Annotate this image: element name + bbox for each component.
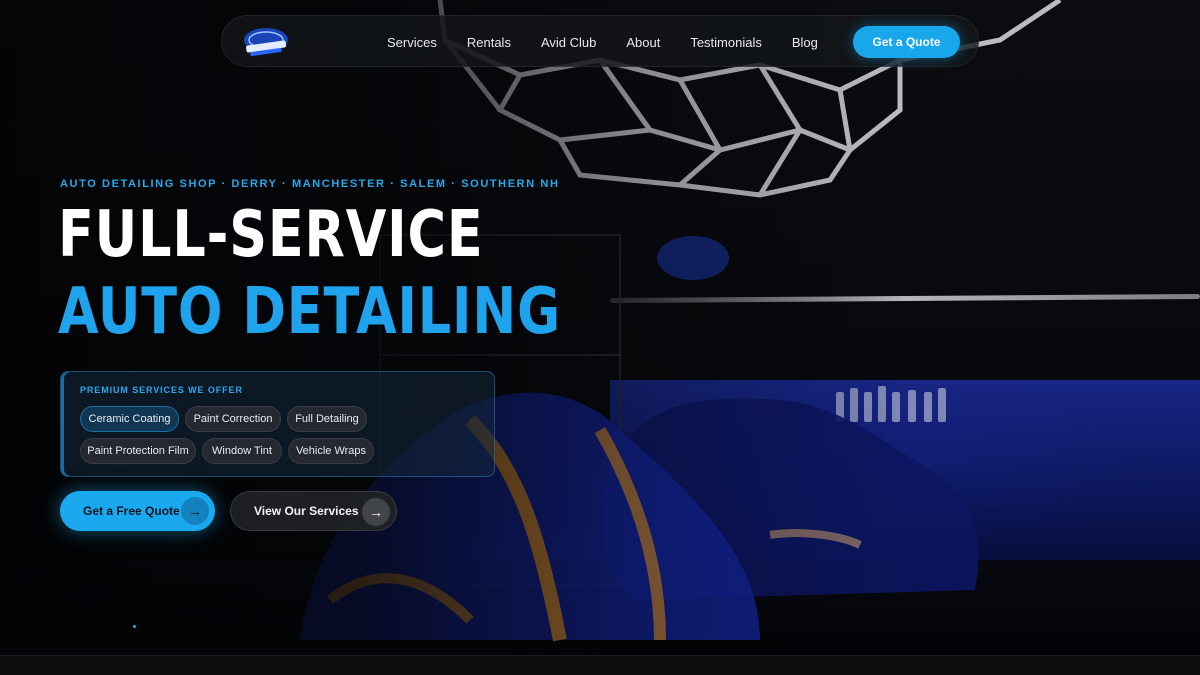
service-chip-vehicle-wraps[interactable]: Vehicle Wraps xyxy=(288,438,374,464)
hero-eyebrow: AUTO DETAILING SHOP · DERRY · MANCHESTER… xyxy=(60,178,560,190)
get-free-quote-label: Get a Free Quote xyxy=(83,504,180,518)
accent-dot xyxy=(133,625,136,628)
service-chip-paint-protection-film[interactable]: Paint Protection Film xyxy=(80,438,196,464)
hero-headline-line1: FULL-SERVICE xyxy=(58,198,484,272)
get-a-quote-button[interactable]: Get a Quote xyxy=(853,26,960,58)
arrow-right-icon: → xyxy=(362,498,390,526)
service-chip-ceramic-coating[interactable]: Ceramic Coating xyxy=(80,406,179,432)
view-our-services-button[interactable]: View Our Services → xyxy=(230,491,397,531)
arrow-right-icon: → xyxy=(181,497,209,525)
nav-link-services[interactable]: Services xyxy=(372,35,452,50)
premium-services-card: PREMIUM SERVICES WE OFFER Ceramic Coatin… xyxy=(60,371,495,477)
nav-link-rentals[interactable]: Rentals xyxy=(452,35,526,50)
top-navigation: Services Rentals Avid Club About Testimo… xyxy=(221,15,979,67)
service-chip-paint-correction[interactable]: Paint Correction xyxy=(185,406,281,432)
hero-headline-line2: AUTO DETAILING xyxy=(58,275,562,349)
brand-logo[interactable] xyxy=(240,25,292,59)
service-chip-full-detailing[interactable]: Full Detailing xyxy=(287,406,367,432)
bottom-edge-bar xyxy=(0,655,1200,675)
nav-link-avid-club[interactable]: Avid Club xyxy=(526,35,611,50)
view-our-services-label: View Our Services xyxy=(254,504,359,518)
get-free-quote-button[interactable]: Get a Free Quote → xyxy=(60,491,215,531)
nav-link-about[interactable]: About xyxy=(611,35,675,50)
nav-link-blog[interactable]: Blog xyxy=(777,35,833,50)
service-chip-window-tint[interactable]: Window Tint xyxy=(202,438,282,464)
services-card-title: PREMIUM SERVICES WE OFFER xyxy=(80,385,243,395)
nav-link-testimonials[interactable]: Testimonials xyxy=(675,35,777,50)
nav-links: Services Rentals Avid Club About Testimo… xyxy=(372,16,833,68)
